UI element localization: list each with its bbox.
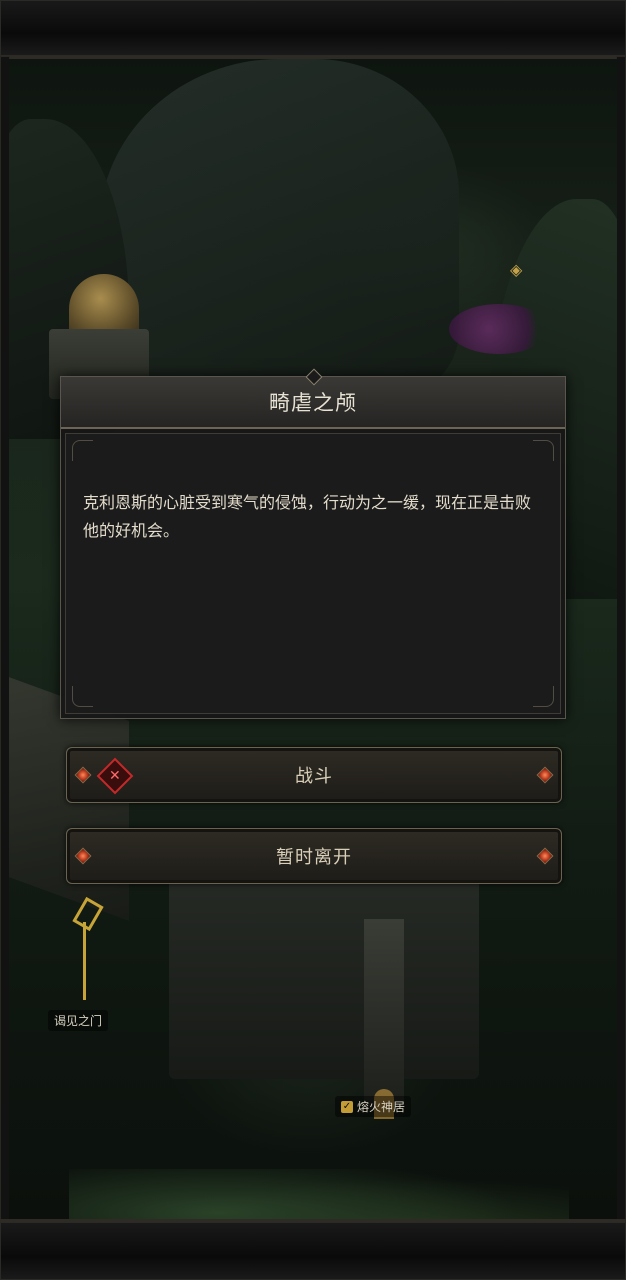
fight-button-label: 战斗 [295, 766, 333, 787]
bottom-frame-border [0, 1219, 626, 1280]
dialog-description: 克利恩斯的心脏受到寒气的侵蚀，行动为之一缓，现在正是击败他的好机会。 [83, 493, 532, 540]
fortress-wall [169, 879, 479, 1079]
dialog-body [65, 433, 561, 714]
gem-icon [536, 766, 554, 784]
map-location-gate[interactable]: 谒见之门 [48, 1010, 109, 1031]
right-frame-border [616, 56, 626, 1222]
dialog-title: 畸虐之颅 [269, 391, 357, 415]
map-pin-icon[interactable]: ◈ [510, 260, 522, 279]
gem-icon [74, 847, 92, 865]
purple-foliage [449, 304, 549, 354]
crossed-swords-icon: ✕ [96, 757, 134, 795]
fight-button[interactable]: ✕ 战斗 [66, 747, 562, 803]
fortress-tower [364, 919, 404, 1109]
check-icon: ✓ [341, 1100, 353, 1113]
top-frame-border [0, 0, 626, 59]
leave-button-label: 暂时离开 [276, 847, 352, 868]
map-location-label: 谒见之门 [54, 1014, 103, 1028]
event-dialog: 畸虐之颅 克利恩斯的心脏受到寒气的侵蚀，行动为之一缓，现在正是击败他的好机会。 [60, 368, 566, 719]
corner-ornament [533, 686, 554, 707]
map-location-shrine[interactable]: ✓ 熔火神居 [335, 1096, 412, 1117]
map-location-label: 熔火神居 [357, 1100, 406, 1114]
leave-button[interactable]: 暂时离开 [66, 828, 562, 884]
corner-ornament [72, 440, 93, 461]
gem-icon [536, 847, 554, 865]
key-icon[interactable] [75, 900, 89, 1000]
gem-icon [74, 766, 92, 784]
corner-ornament [72, 686, 93, 707]
forest [69, 1169, 569, 1219]
mountain-rock [99, 59, 459, 399]
corner-ornament [533, 440, 554, 461]
